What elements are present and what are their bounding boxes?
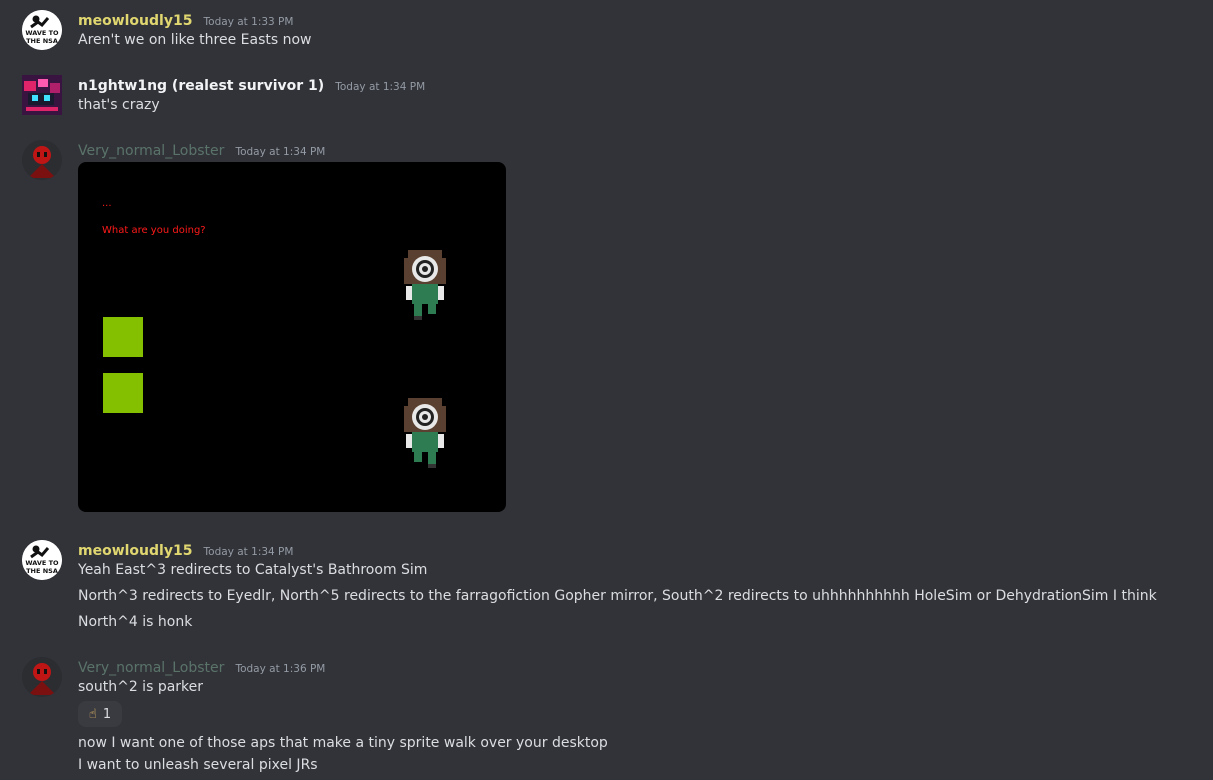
message-text: I want to unleash several pixel JRs bbox=[78, 757, 318, 773]
game-dialogue-text: What are you doing? bbox=[102, 225, 206, 236]
image-attachment[interactable]: ... What are you doing? bbox=[78, 162, 506, 512]
message-text: North^4 is honk bbox=[78, 614, 193, 630]
message-meowloudly-2: WAVE TO THE NSA meowloudly15 Today at 1:… bbox=[0, 530, 1213, 635]
message-text: south^2 is parker bbox=[78, 679, 204, 695]
wave-to-the-nsa-avatar-icon: WAVE TO THE NSA bbox=[22, 540, 62, 580]
avatar[interactable]: WAVE TO THE NSA bbox=[22, 540, 62, 580]
message-header: Very_normal_Lobster Today at 1:36 PM bbox=[78, 657, 325, 676]
game-green-block bbox=[103, 317, 143, 357]
game-green-block bbox=[103, 373, 143, 413]
timestamp[interactable]: Today at 1:34 PM bbox=[204, 546, 294, 558]
avatar[interactable] bbox=[22, 657, 62, 697]
message-lobster-attachment: Very_normal_Lobster Today at 1:34 PM ...… bbox=[0, 0, 1213, 520]
username[interactable]: Very_normal_Lobster bbox=[78, 143, 224, 159]
timestamp[interactable]: Today at 1:36 PM bbox=[235, 663, 325, 675]
svg-text:THE NSA: THE NSA bbox=[26, 567, 58, 575]
message-header: Very_normal_Lobster Today at 1:34 PM bbox=[78, 140, 325, 159]
username[interactable]: Very_normal_Lobster bbox=[78, 660, 224, 676]
reaction-count: 1 bbox=[102, 706, 112, 722]
username[interactable]: meowloudly15 bbox=[78, 543, 192, 559]
reaction-button[interactable]: ☝ 1 bbox=[78, 701, 122, 727]
svg-text:WAVE TO: WAVE TO bbox=[25, 559, 59, 567]
message-text: Yeah East^3 redirects to Catalyst's Bath… bbox=[78, 562, 428, 578]
avatar[interactable] bbox=[22, 140, 62, 180]
pointing-up-emoji-icon: ☝ bbox=[88, 706, 97, 722]
pixel-sprite-icon bbox=[404, 250, 446, 320]
message-header: meowloudly15 Today at 1:34 PM bbox=[78, 540, 293, 559]
red-mask-avatar-icon bbox=[22, 140, 62, 180]
timestamp[interactable]: Today at 1:34 PM bbox=[235, 146, 325, 158]
message-text: North^3 redirects to Eyedlr, North^5 red… bbox=[78, 588, 1157, 604]
game-ellipsis-text: ... bbox=[102, 198, 112, 209]
message-text: now I want one of those aps that make a … bbox=[78, 735, 608, 751]
pixel-sprite-icon bbox=[404, 398, 446, 468]
red-mask-avatar-icon bbox=[22, 657, 62, 697]
